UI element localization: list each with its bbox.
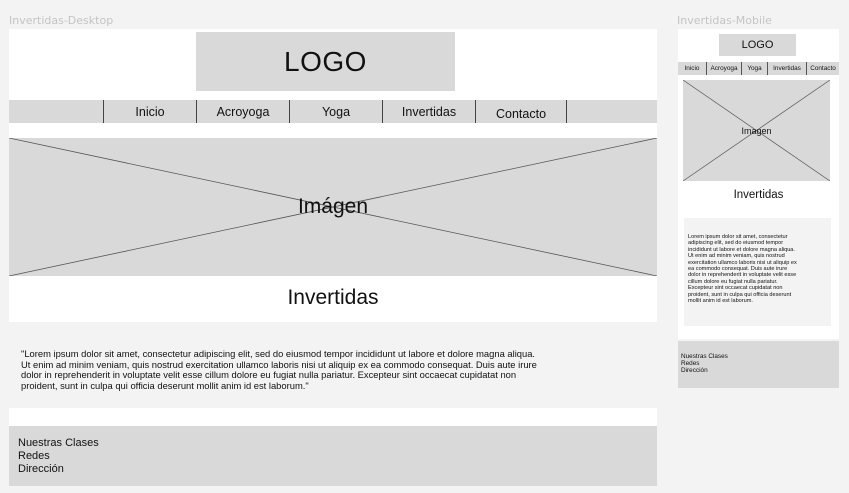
mobile-footer: Nuestras Clases Redes Dirección [678,341,839,388]
desktop-quote-line: proident, sunt in culpa qui officia dese… [21,379,309,391]
desktop-footer: Nuestras Clases Redes Dirección [9,426,657,486]
mobile-image-label: Imagen [741,125,772,136]
mobile-hero-image: Imagen [683,80,830,181]
desktop-nav-inicio[interactable]: Inicio [103,100,196,123]
mobile-footer-redes[interactable]: Redes [681,360,699,367]
mobile-body-text: Lorem ipsum dolor sit amet, consectetur … [688,234,824,304]
desktop-hero-image: Imágen [9,138,657,276]
mobile-page-title: Invertidas [733,189,784,201]
mobile-nav-acroyoga[interactable]: Acroyoga [706,62,741,75]
desktop-footer-direccion[interactable]: Dirección [18,463,64,475]
desktop-nav-contacto[interactable]: Contacto [475,100,567,123]
mobile-nav-invertidas[interactable]: Invertidas [767,62,806,75]
desktop-page-title: Invertidas [287,286,379,309]
desktop-quote-line: "Lorem ipsum dolor sit amet, consectetur… [21,348,536,359]
mobile-nav-inicio[interactable]: Inicio [678,62,706,75]
desktop-image-label: Imágen [297,195,369,218]
mobile-text-line: mollit anim id est laborum. [688,298,753,305]
desktop-nav-bar: Inicio Acroyoga Yoga Invertidas Contacto [9,100,657,123]
desktop-nav-acroyoga[interactable]: Acroyoga [196,100,289,123]
desktop-footer-redes[interactable]: Redes [18,450,50,462]
mobile-logo[interactable]: LOGO [719,34,796,56]
mobile-footer-direccion[interactable]: Dirección [681,367,708,374]
desktop-spacer-frame [9,408,657,428]
desktop-footer-clases[interactable]: Nuestras Clases [18,437,99,449]
mobile-nav-contacto[interactable]: Contacto [806,62,839,75]
mobile-nav-bar: Inicio Acroyoga Yoga Invertidas Contacto [678,62,839,75]
desktop-quote: "Lorem ipsum dolor sit amet, consectetur… [21,348,581,391]
desktop-nav-invertidas[interactable]: Invertidas [382,100,475,123]
desktop-nav-yoga[interactable]: Yoga [289,100,382,123]
mobile-footer-clases[interactable]: Nuestras Clases [681,353,728,360]
mobile-nav-yoga[interactable]: Yoga [741,62,767,75]
desktop-quote-line: dolor in reprehenderit in voluptate veli… [21,369,517,380]
desktop-logo[interactable]: LOGO [196,32,455,91]
desktop-frame-label: Invertidas-Desktop [9,14,114,27]
mobile-frame-label: Invertidas-Mobile [677,14,772,27]
